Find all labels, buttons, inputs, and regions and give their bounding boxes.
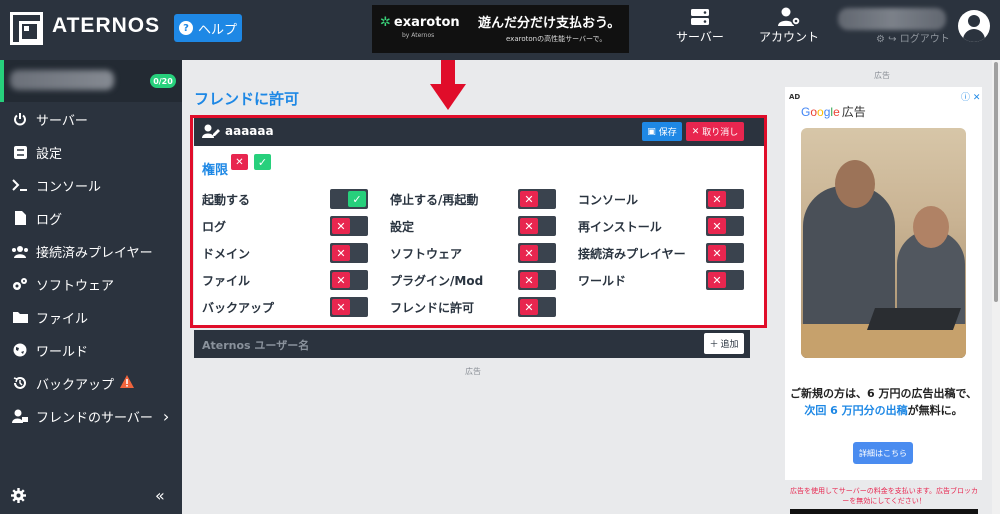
chevron-right-icon: › [162, 406, 170, 426]
sidebar-item-friend-servers[interactable]: フレンドのサーバー › [0, 401, 182, 431]
ad-brand: ✲ exaroton [380, 15, 460, 30]
user-lock-icon [10, 409, 30, 423]
blurred-server-name [10, 70, 114, 90]
ad-brand-sub: by Aternos [402, 32, 435, 39]
folder-icon [10, 311, 30, 323]
sidebar-ad[interactable]: AD ⓘ ✕ Google 広告 ご新規の方は、6 万円の広告出稿で、 次回 6 … [785, 87, 982, 480]
sidebar-item-label: フレンドのサーバー [36, 410, 153, 426]
warning-icon [120, 374, 135, 392]
sidebar-item-software[interactable]: ソフトウェア [0, 269, 182, 299]
user-gear-icon [757, 6, 821, 28]
ad-info-icon[interactable]: ⓘ ✕ [961, 90, 980, 103]
add-friend-bar: Aternos ユーザー名 ＋ 追加 [194, 330, 750, 358]
ad-label: 広告 [465, 367, 481, 376]
logo-text[interactable]: ATERNOS [52, 14, 160, 38]
nav-servers-label: サーバー [676, 30, 724, 44]
ad-bottom-strip [790, 509, 978, 514]
server-selector[interactable]: 0/20 [0, 60, 182, 102]
sidebar-item-log[interactable]: ログ [0, 203, 182, 233]
adblock-warning: 広告を使用してサーバーの料金を支払います。広告ブロッカーを無効にしてください！ [789, 487, 979, 505]
globe-icon [10, 343, 30, 357]
sidebar-item-label: バックアップ [36, 377, 115, 393]
player-count-badge: 0/20 [150, 74, 176, 88]
sidebar-item-settings[interactable]: 設定 [0, 137, 182, 167]
scrollbar[interactable] [992, 60, 1000, 514]
sidebar-item-console[interactable]: コンソール [0, 170, 182, 200]
right-ad-label: 広告 [874, 71, 890, 80]
sidebar-item-label: ワールド [36, 344, 89, 360]
sidebar-item-label: サーバー [36, 113, 88, 129]
collapse-sidebar-icon[interactable]: « [155, 486, 165, 505]
exaroton-logo-icon: ✲ [380, 15, 391, 30]
sidebar-item-label: ファイル [36, 311, 89, 327]
username-input[interactable]: Aternos ユーザー名 [202, 337, 309, 353]
sidebar: 0/20 サーバー 設定 コンソール ログ 接続済みプレイヤー ソフトウェア フ… [0, 60, 182, 514]
red-arrow-down-icon [430, 60, 466, 114]
ad-text-line1: ご新規の方は、6 万円の広告出稿で、 [789, 387, 978, 400]
sidebar-item-label: コンソール [36, 179, 102, 195]
top-banner-ad[interactable]: ✲ exaroton by Aternos 遊んだ分だけ支払おう。 exaroto… [372, 5, 629, 53]
scrollbar-thumb[interactable] [994, 62, 998, 302]
ad-subline: exarotonの高性能サーバーで。 [506, 35, 607, 43]
nav-account-label: アカウント [758, 30, 819, 44]
sidebar-item-files[interactable]: ファイル [0, 302, 182, 332]
google-ads-logo: Google 広告 [801, 105, 866, 119]
page-title: フレンドに許可 [194, 90, 300, 108]
history-icon [10, 376, 30, 390]
blurred-username [838, 8, 946, 30]
ad-photo [801, 128, 966, 358]
sidebar-item-players[interactable]: 接続済みプレイヤー [0, 236, 182, 266]
cogs-icon [10, 277, 30, 291]
top-navbar: ATERNOS ? ヘルプ ✲ exaroton by Aternos 遊んだ分だ… [0, 0, 1000, 60]
ad-text-line2: 次回 6 万円分の出稿が無料に。 [804, 404, 963, 417]
ad-tag: AD [789, 93, 801, 101]
ad-headline: 遊んだ分だけ支払おう。 [478, 16, 621, 31]
plus-icon: ＋ [709, 340, 719, 350]
help-label: ヘルプ [197, 22, 237, 38]
add-friend-button[interactable]: ＋ 追加 [704, 333, 744, 354]
highlight-frame [190, 115, 767, 328]
users-icon [10, 245, 30, 258]
sidebar-item-label: 接続済みプレイヤー [36, 245, 153, 261]
sidebar-item-world[interactable]: ワールド [0, 335, 182, 365]
avatar[interactable] [958, 10, 990, 42]
gear-icon[interactable] [11, 488, 26, 507]
nav-servers[interactable]: サーバー [676, 6, 724, 45]
help-button[interactable]: ? ヘルプ [174, 14, 242, 42]
sliders-icon [10, 145, 30, 159]
terminal-icon [10, 179, 30, 191]
aternos-logo-icon[interactable] [10, 12, 43, 45]
sidebar-item-label: ソフトウェア [36, 278, 115, 294]
sidebar-item-server[interactable]: サーバー [0, 104, 182, 134]
power-icon [10, 112, 30, 126]
sidebar-item-label: ログ [36, 212, 63, 228]
ad-cta-button[interactable]: 詳細はこちら [853, 442, 913, 464]
logout-link[interactable]: ⚙ ↪ ログアウト [876, 30, 950, 45]
question-icon: ? [178, 21, 193, 35]
server-icon [676, 6, 724, 28]
sidebar-item-backup[interactable]: バックアップ [0, 368, 182, 398]
sidebar-item-label: 設定 [36, 146, 63, 162]
document-icon [10, 211, 30, 225]
nav-account[interactable]: アカウント [757, 6, 821, 45]
